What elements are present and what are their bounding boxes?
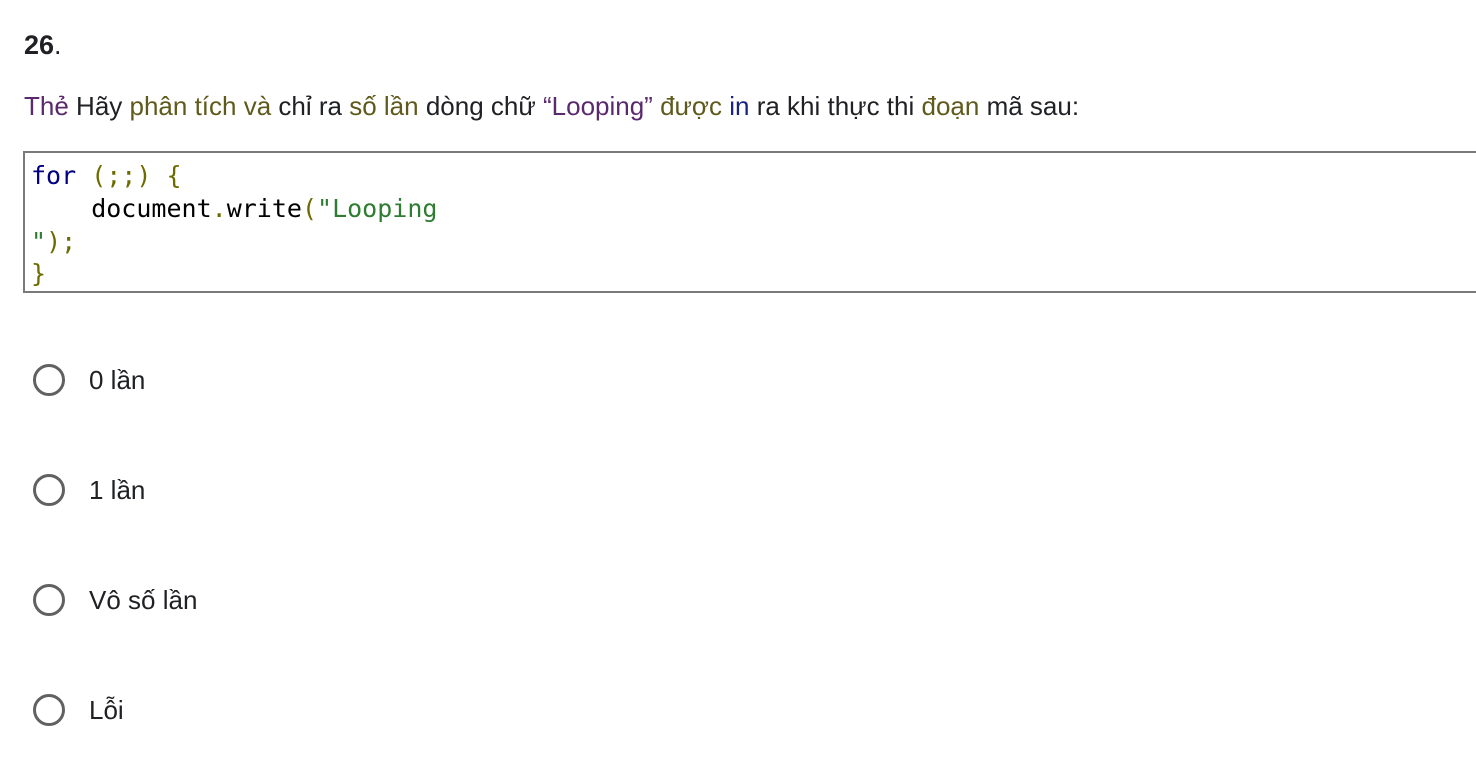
question-text-segment: in xyxy=(729,91,750,121)
code-token: document xyxy=(31,194,212,223)
code-token: " xyxy=(31,227,47,256)
code-line-4: } xyxy=(31,257,46,290)
question-number: 26. xyxy=(24,28,62,62)
question-text-segment: dòng chữ xyxy=(425,91,543,121)
radio-button-icon[interactable] xyxy=(33,694,65,726)
code-line-3: "); xyxy=(31,225,76,258)
question-text-segment xyxy=(236,91,243,121)
question-text-segment: ra xyxy=(318,91,342,121)
code-token: } xyxy=(31,259,47,288)
answer-option-label: Vô số lần xyxy=(89,585,198,615)
radio-button-icon[interactable] xyxy=(33,364,65,396)
code-line-1: for (;;) { xyxy=(31,159,182,192)
question-text-segment: và xyxy=(243,91,272,121)
answer-option-label: 1 lần xyxy=(89,475,146,505)
answer-option-2[interactable]: Vô số lần xyxy=(33,580,197,620)
answer-option-label: 0 lần xyxy=(89,365,146,395)
question-number-value: 26 xyxy=(24,30,55,60)
code-block: for (;;) { document.write("Looping "); } xyxy=(23,151,1476,293)
question-text-segment: số lần xyxy=(342,91,426,121)
answer-option-label: Lỗi xyxy=(89,695,124,725)
question-text-segment: phân tích xyxy=(129,91,237,121)
code-token: "Looping xyxy=(317,194,438,223)
code-token: . xyxy=(211,194,227,223)
code-token: for xyxy=(31,161,77,190)
question-text-segment: Thẻ xyxy=(24,91,69,121)
question-text-segment: chỉ xyxy=(271,91,319,121)
question-text-segment: Hãy xyxy=(68,91,130,121)
radio-button-icon[interactable] xyxy=(33,584,65,616)
code-token: ( xyxy=(301,194,318,223)
question-text-segment: “Looping” xyxy=(542,91,653,121)
question-text-segment: sau: xyxy=(1029,91,1080,121)
radio-button-icon[interactable] xyxy=(33,474,65,506)
question-text-segment: ra khi thực thi xyxy=(749,91,922,121)
code-token: ); xyxy=(46,227,77,256)
answer-option-1[interactable]: 1 lần xyxy=(33,470,145,510)
code-line-2: document.write("Looping xyxy=(31,192,437,225)
answer-option-0[interactable]: 0 lần xyxy=(33,360,145,400)
question-text-segment: được xyxy=(652,91,730,121)
question-text-segment: đoạn xyxy=(921,91,980,121)
code-token: (;;) { xyxy=(76,161,182,190)
code-token: write xyxy=(226,194,302,223)
question-number-suffix: . xyxy=(54,30,62,60)
question-text-segment: mã xyxy=(979,91,1030,121)
answer-option-3[interactable]: Lỗi xyxy=(33,690,124,730)
question-text: Thẻ Hãy phân tích và chỉ ra số lần dòng … xyxy=(24,88,1079,124)
